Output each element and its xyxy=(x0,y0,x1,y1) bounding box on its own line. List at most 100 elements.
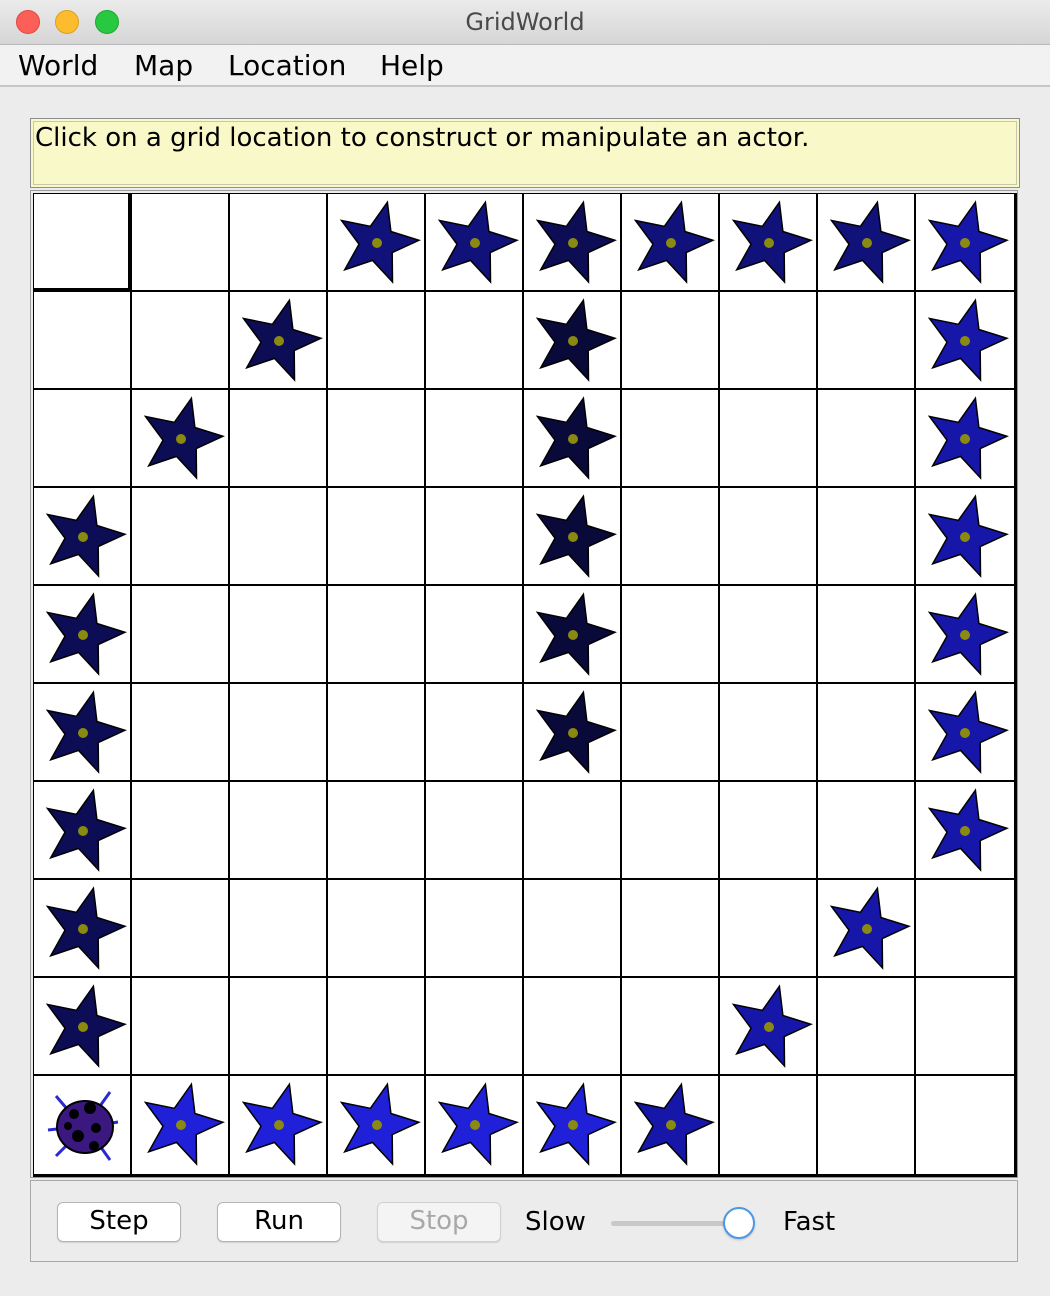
grid-cell-6-0[interactable] xyxy=(34,782,132,880)
grid-cell-5-2[interactable] xyxy=(230,684,328,782)
grid-cell-7-0[interactable] xyxy=(34,880,132,978)
grid-cell-0-7[interactable] xyxy=(720,194,818,292)
grid-cell-2-4[interactable] xyxy=(426,390,524,488)
grid-cell-0-3[interactable] xyxy=(328,194,426,292)
grid-cell-7-8[interactable] xyxy=(818,880,916,978)
grid-cell-4-3[interactable] xyxy=(328,586,426,684)
grid-cell-6-6[interactable] xyxy=(622,782,720,880)
grid-cell-7-3[interactable] xyxy=(328,880,426,978)
grid-cell-0-2[interactable] xyxy=(230,194,328,292)
grid-cell-1-0[interactable] xyxy=(34,292,132,390)
step-button[interactable]: Step xyxy=(57,1202,181,1242)
grid-cell-1-4[interactable] xyxy=(426,292,524,390)
grid-cell-3-0[interactable] xyxy=(34,488,132,586)
grid-cell-6-2[interactable] xyxy=(230,782,328,880)
stop-button[interactable]: Stop xyxy=(377,1202,501,1242)
grid-cell-7-5[interactable] xyxy=(524,880,622,978)
grid-cell-8-7[interactable] xyxy=(720,978,818,1076)
grid-cell-8-6[interactable] xyxy=(622,978,720,1076)
grid-cell-7-7[interactable] xyxy=(720,880,818,978)
grid-cell-5-8[interactable] xyxy=(818,684,916,782)
grid-cell-0-9[interactable] xyxy=(916,194,1014,292)
run-button[interactable]: Run xyxy=(217,1202,341,1242)
grid-cell-4-6[interactable] xyxy=(622,586,720,684)
grid-cell-6-9[interactable] xyxy=(916,782,1014,880)
menu-map[interactable]: Map xyxy=(134,49,193,82)
grid-cell-8-1[interactable] xyxy=(132,978,230,1076)
grid-cell-4-4[interactable] xyxy=(426,586,524,684)
grid-cell-1-5[interactable] xyxy=(524,292,622,390)
grid-cell-8-5[interactable] xyxy=(524,978,622,1076)
grid-cell-1-8[interactable] xyxy=(818,292,916,390)
grid-cell-0-5[interactable] xyxy=(524,194,622,292)
grid-cell-4-5[interactable] xyxy=(524,586,622,684)
grid-cell-7-2[interactable] xyxy=(230,880,328,978)
grid-cell-7-4[interactable] xyxy=(426,880,524,978)
grid-cell-4-8[interactable] xyxy=(818,586,916,684)
grid-cell-8-3[interactable] xyxy=(328,978,426,1076)
grid-cell-3-6[interactable] xyxy=(622,488,720,586)
grid-cell-9-2[interactable] xyxy=(230,1076,328,1174)
grid-cell-3-7[interactable] xyxy=(720,488,818,586)
speed-slider-thumb[interactable] xyxy=(722,1207,755,1239)
grid-cell-3-3[interactable] xyxy=(328,488,426,586)
grid-cell-5-4[interactable] xyxy=(426,684,524,782)
grid-cell-0-0[interactable] xyxy=(34,194,132,292)
grid-cell-6-7[interactable] xyxy=(720,782,818,880)
grid-cell-2-7[interactable] xyxy=(720,390,818,488)
grid-cell-7-9[interactable] xyxy=(916,880,1014,978)
grid-cell-6-3[interactable] xyxy=(328,782,426,880)
grid-cell-9-6[interactable] xyxy=(622,1076,720,1174)
grid-cell-2-6[interactable] xyxy=(622,390,720,488)
grid-cell-8-2[interactable] xyxy=(230,978,328,1076)
grid-cell-7-6[interactable] xyxy=(622,880,720,978)
grid-cell-5-5[interactable] xyxy=(524,684,622,782)
menu-world[interactable]: World xyxy=(18,49,98,82)
grid-cell-9-8[interactable] xyxy=(818,1076,916,1174)
grid-cell-2-5[interactable] xyxy=(524,390,622,488)
grid-cell-3-1[interactable] xyxy=(132,488,230,586)
grid-cell-7-1[interactable] xyxy=(132,880,230,978)
grid-cell-0-4[interactable] xyxy=(426,194,524,292)
grid-cell-9-3[interactable] xyxy=(328,1076,426,1174)
grid-cell-2-2[interactable] xyxy=(230,390,328,488)
grid-cell-0-8[interactable] xyxy=(818,194,916,292)
grid-cell-4-9[interactable] xyxy=(916,586,1014,684)
grid-cell-6-5[interactable] xyxy=(524,782,622,880)
grid-cell-4-0[interactable] xyxy=(34,586,132,684)
grid-cell-3-9[interactable] xyxy=(916,488,1014,586)
grid-cell-9-7[interactable] xyxy=(720,1076,818,1174)
grid-cell-6-1[interactable] xyxy=(132,782,230,880)
grid-cell-0-1[interactable] xyxy=(132,194,230,292)
grid-cell-9-1[interactable] xyxy=(132,1076,230,1174)
grid-cell-4-7[interactable] xyxy=(720,586,818,684)
grid-cell-3-4[interactable] xyxy=(426,488,524,586)
grid-cell-3-5[interactable] xyxy=(524,488,622,586)
grid-cell-5-3[interactable] xyxy=(328,684,426,782)
grid-cell-2-9[interactable] xyxy=(916,390,1014,488)
menu-help[interactable]: Help xyxy=(380,49,444,82)
grid-cell-1-6[interactable] xyxy=(622,292,720,390)
grid-cell-5-1[interactable] xyxy=(132,684,230,782)
grid-cell-9-5[interactable] xyxy=(524,1076,622,1174)
grid-cell-2-3[interactable] xyxy=(328,390,426,488)
grid-cell-0-6[interactable] xyxy=(622,194,720,292)
grid-cell-3-8[interactable] xyxy=(818,488,916,586)
grid-cell-9-0[interactable] xyxy=(34,1076,132,1174)
grid-cell-8-4[interactable] xyxy=(426,978,524,1076)
grid-cell-6-8[interactable] xyxy=(818,782,916,880)
grid-cell-4-1[interactable] xyxy=(132,586,230,684)
grid-cell-1-2[interactable] xyxy=(230,292,328,390)
grid-cell-2-0[interactable] xyxy=(34,390,132,488)
grid-cell-1-1[interactable] xyxy=(132,292,230,390)
grid-cell-5-9[interactable] xyxy=(916,684,1014,782)
grid-cell-2-8[interactable] xyxy=(818,390,916,488)
grid-cell-9-9[interactable] xyxy=(916,1076,1014,1174)
grid-cell-5-7[interactable] xyxy=(720,684,818,782)
grid-cell-3-2[interactable] xyxy=(230,488,328,586)
grid-cell-1-9[interactable] xyxy=(916,292,1014,390)
grid-cell-8-9[interactable] xyxy=(916,978,1014,1076)
menu-location[interactable]: Location xyxy=(228,49,346,82)
grid-cell-2-1[interactable] xyxy=(132,390,230,488)
grid-cell-1-7[interactable] xyxy=(720,292,818,390)
